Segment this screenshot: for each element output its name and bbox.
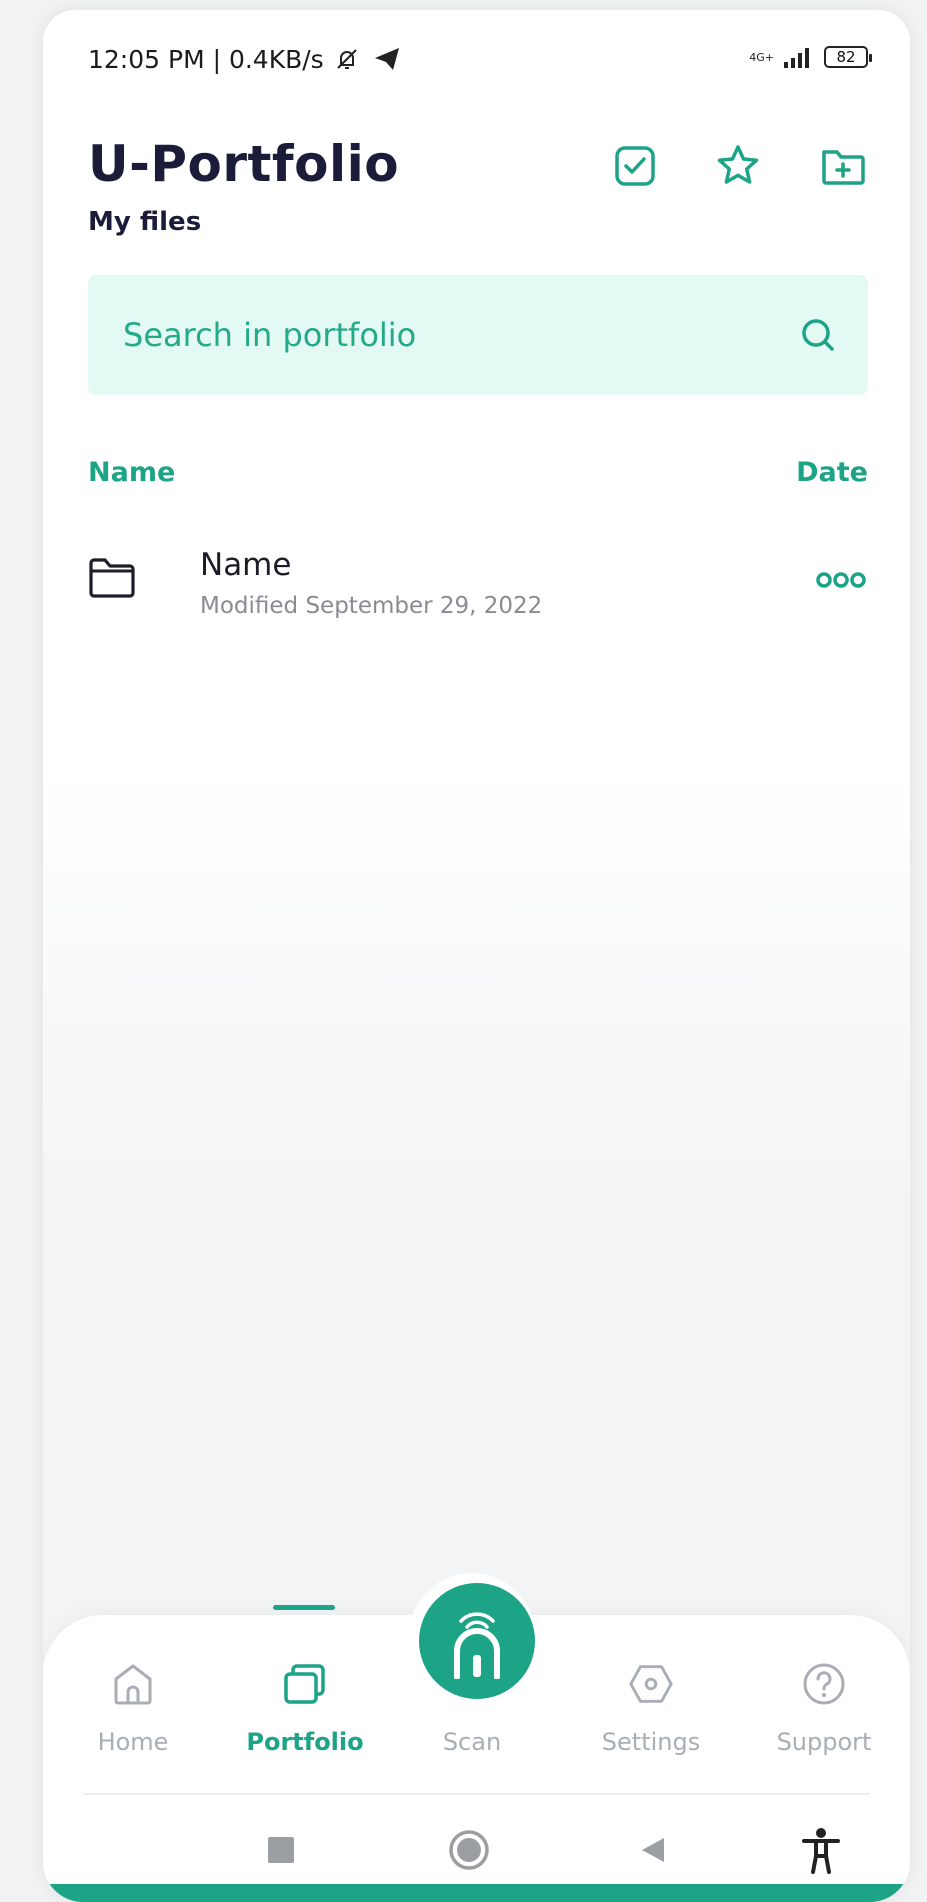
nav-settings[interactable]: Settings: [581, 1660, 721, 1770]
sort-by-name[interactable]: Name: [88, 457, 175, 488]
sort-by-date[interactable]: Date: [796, 457, 868, 488]
accessibility-button[interactable]: [791, 1820, 851, 1880]
portfolio-icon: [284, 1664, 325, 1704]
new-folder-button[interactable]: [817, 140, 869, 192]
square-icon: [268, 1837, 294, 1863]
nav-home-label: Home: [97, 1728, 169, 1756]
nav-settings-label: Settings: [601, 1728, 701, 1756]
scan-button[interactable]: [419, 1583, 535, 1699]
nav-support-label: Support: [776, 1728, 872, 1756]
file-modified-date: Modified September 29, 2022: [200, 593, 543, 619]
status-bar: 12:05 PM | 0.4KB/s 4G+ 82: [88, 34, 872, 84]
nav-support[interactable]: Support: [754, 1660, 894, 1770]
status-time: 12:05 PM | 0.4KB/s: [88, 44, 324, 74]
system-home-button[interactable]: [439, 1820, 499, 1880]
search-icon[interactable]: [798, 315, 840, 357]
nav-portfolio[interactable]: Portfolio: [235, 1660, 375, 1770]
phone-screen: 12:05 PM | 0.4KB/s 4G+ 82 U-Portfolio My…: [43, 10, 910, 1902]
network-icon: 4G+: [749, 50, 774, 64]
home-icon: [114, 1664, 152, 1705]
telegram-icon: [374, 48, 399, 70]
nav-scan-label[interactable]: Scan: [409, 1728, 535, 1756]
nav-home[interactable]: Home: [63, 1660, 203, 1770]
file-name: Name: [200, 547, 292, 583]
search-input[interactable]: [123, 305, 763, 365]
scan-icon: [454, 1612, 500, 1679]
battery-icon: 82: [824, 46, 872, 68]
folder-icon: [89, 558, 135, 598]
accessibility-icon: [802, 1828, 840, 1874]
more-options-button[interactable]: [814, 565, 868, 595]
folder-add-icon: [822, 150, 865, 185]
support-icon: [803, 1663, 845, 1705]
select-button[interactable]: [609, 140, 661, 192]
page-subtitle: My files: [88, 207, 202, 237]
search-bar[interactable]: [88, 275, 868, 395]
mute-icon: [337, 49, 357, 69]
more-dots-icon: [816, 572, 866, 588]
settings-icon: [629, 1665, 673, 1703]
list-item[interactable]: Name Modified September 29, 2022: [88, 535, 868, 625]
bottom-accent-strip: [43, 1884, 910, 1902]
nav-divider: [83, 1793, 870, 1795]
active-tab-indicator: [273, 1605, 335, 1610]
star-icon: [717, 145, 759, 184]
back-triangle-icon: [642, 1838, 664, 1862]
bottom-navigation: Home Portfolio Scan Settings Support: [43, 1573, 910, 1902]
favorites-button[interactable]: [712, 140, 764, 192]
signal-icon: [784, 48, 809, 68]
system-recents-button[interactable]: [251, 1820, 311, 1880]
nav-portfolio-label: Portfolio: [246, 1728, 364, 1756]
circle-icon: [449, 1830, 489, 1870]
page-title: U-Portfolio: [88, 135, 400, 193]
check-square-icon: [615, 146, 655, 186]
system-back-button[interactable]: [623, 1820, 683, 1880]
